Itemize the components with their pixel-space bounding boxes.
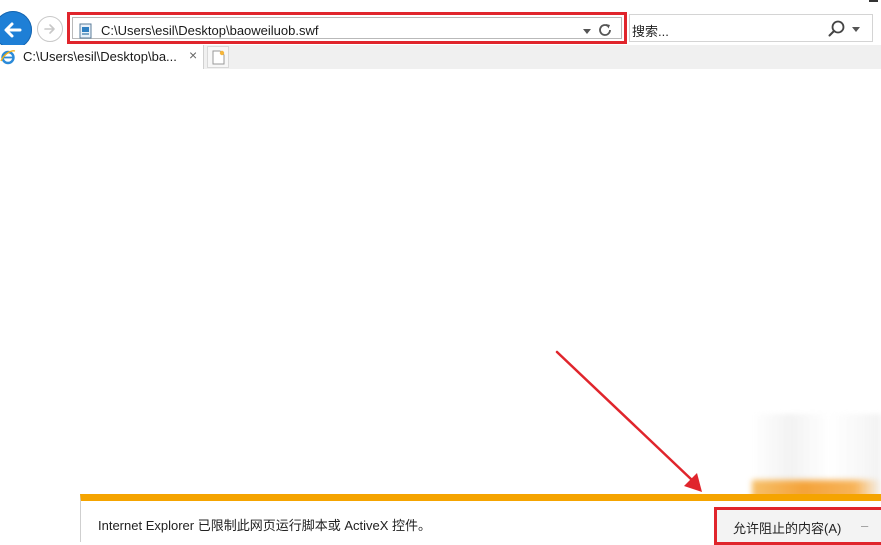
allow-blocked-content-button[interactable]: 允许阻止的内容(A) – xyxy=(714,507,881,545)
search-dropdown-icon[interactable] xyxy=(852,27,860,32)
address-bar[interactable]: C:\Users\esil\Desktop\baoweiluob.swf xyxy=(67,12,627,44)
search-box[interactable]: 搜索... xyxy=(629,14,873,42)
search-input[interactable]: 搜索... xyxy=(632,21,669,40)
address-field[interactable]: C:\Users\esil\Desktop\baoweiluob.swf xyxy=(72,17,622,39)
new-tab-icon xyxy=(212,50,225,65)
tab-title: C:\Users\esil\Desktop\ba... xyxy=(23,49,177,64)
forward-arrow-icon xyxy=(44,24,55,34)
tab-strip: C:\Users\esil\Desktop\ba... × xyxy=(0,45,881,69)
address-url-text: C:\Users\esil\Desktop\baoweiluob.swf xyxy=(101,23,319,38)
allow-button-label: 允许阻止的内容(A) xyxy=(733,521,842,536)
annotation-arrow xyxy=(555,350,702,492)
tab-active[interactable]: C:\Users\esil\Desktop\ba... × xyxy=(0,45,204,69)
address-dropdown-icon[interactable] xyxy=(583,29,591,34)
refresh-icon[interactable] xyxy=(596,21,614,39)
dismiss-icon[interactable]: – xyxy=(861,518,868,533)
tab-close-icon[interactable]: × xyxy=(189,47,197,63)
page-file-icon xyxy=(79,23,92,39)
notification-message: Internet Explorer 已限制此网页运行脚本或 ActiveX 控件… xyxy=(98,518,432,533)
ie-logo-icon xyxy=(0,50,16,65)
forward-button[interactable] xyxy=(37,16,63,42)
search-icon[interactable] xyxy=(827,19,847,39)
back-arrow-icon xyxy=(4,22,22,38)
back-button[interactable] xyxy=(0,11,32,49)
notification-bar: Internet Explorer 已限制此网页运行脚本或 ActiveX 控件… xyxy=(80,494,881,545)
new-tab-button[interactable] xyxy=(207,46,229,68)
minimize-icon[interactable] xyxy=(869,0,878,2)
